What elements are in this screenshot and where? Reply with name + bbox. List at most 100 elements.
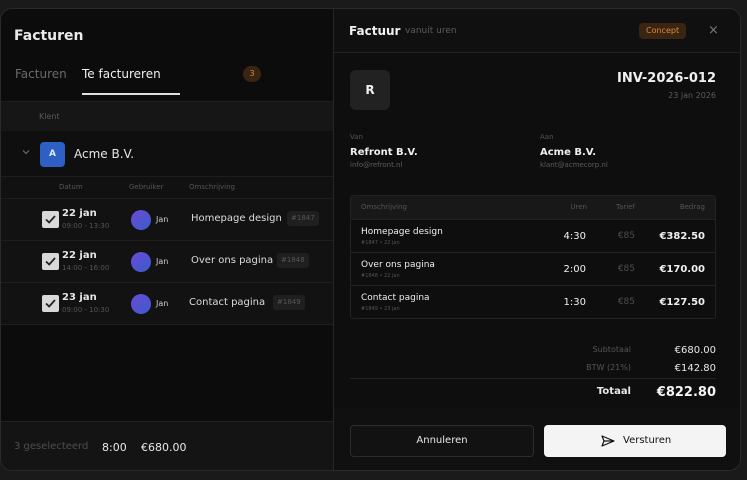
line-meta: #1848 • 22 jan (361, 273, 400, 279)
count-badge: 3 (243, 66, 261, 82)
line-meta: #1847 • 22 jan (361, 240, 400, 246)
tab-bar: Facturen Te factureren 3 (1, 66, 333, 101)
chevron-down-icon[interactable] (21, 147, 31, 157)
time-entry-row[interactable]: 22 jan 14:00 - 16:00 Jan Over ons pagina… (1, 241, 333, 283)
entry-tag: #1849 (273, 295, 305, 310)
invoice-list-panel: Facturen Facturen Te factureren 3 Klent … (1, 9, 333, 470)
entry-description: Over ons pagina (191, 255, 274, 266)
entry-time: 09:00 - 13:30 (62, 222, 110, 230)
send-button[interactable]: Versturen (544, 425, 726, 457)
active-tab-indicator (82, 93, 180, 95)
time-entry-row[interactable]: 23 jan 09:00 - 10:30 Jan Contact pagina … (1, 283, 333, 325)
sender-block: Van Refront B.V. info@refront.nl (350, 133, 418, 169)
th-description: Omschrijving (361, 203, 407, 211)
check-icon (45, 299, 56, 308)
check-icon (45, 215, 56, 224)
close-icon[interactable]: × (708, 23, 719, 38)
time-entry-row[interactable]: 22 jan 09:00 - 13:30 Jan Homepage design… (1, 199, 333, 241)
sender-name: Refront B.V. (350, 147, 418, 158)
tab-te-factureren[interactable]: Te factureren 3 (82, 66, 261, 82)
line-meta: #1849 • 23 jan (361, 306, 400, 312)
user-avatar (131, 252, 151, 272)
recipient-label: Aan (540, 133, 554, 141)
header-date: Datum (59, 183, 83, 191)
line-description: Over ons pagina (361, 260, 435, 270)
tab-label: Te factureren (82, 67, 161, 81)
header-user: Gebruiker (129, 183, 164, 191)
entry-description: Homepage design (191, 213, 282, 224)
invoice-number: INV-2026-012 (617, 71, 716, 86)
status-badge: Concept (639, 23, 687, 39)
line-amount: €382.50 (659, 231, 705, 242)
th-amount: Bedrag (679, 203, 705, 211)
send-label: Versturen (623, 435, 672, 446)
selected-hours: 8:00 (102, 441, 127, 454)
entry-checkbox[interactable] (42, 295, 59, 312)
table-row: Over ons pagina #1848 • 22 jan 2:00 €85 … (351, 252, 715, 285)
sender-label: Van (350, 133, 363, 141)
selection-summary: 3 geselecteerd 8:00 €680.00 (1, 421, 333, 470)
line-hours: 4:30 (563, 231, 586, 242)
line-amount: €127.50 (659, 297, 705, 308)
invoice-preview-panel: Factuur vanuit uren Concept × R INV-2026… (333, 9, 740, 470)
entry-date: 23 jan (62, 292, 97, 303)
entry-time: 09:00 - 10:30 (62, 306, 110, 314)
line-rate: €85 (617, 264, 635, 274)
invoice-dialog: Facturen Facturen Te factureren 3 Klent … (0, 8, 741, 471)
table-header: Omschrijving Uren Tarief Bedrag (351, 196, 715, 219)
entry-date: 22 jan (62, 208, 97, 219)
entry-checkbox[interactable] (42, 253, 59, 270)
line-description: Homepage design (361, 227, 443, 237)
user-name: Jan (156, 299, 169, 308)
table-row: Homepage design #1847 • 22 jan 4:30 €85 … (351, 219, 715, 252)
column-header-client: Klent (39, 112, 60, 121)
client-name: Acme B.V. (74, 147, 135, 161)
entry-description: Contact pagina (189, 297, 266, 308)
line-amount: €170.00 (659, 264, 705, 275)
selected-count: 3 geselecteerd (14, 441, 89, 452)
cancel-button[interactable]: Annuleren (350, 425, 534, 457)
subtotal-label: Subtotaal (592, 345, 631, 354)
subtotal-value: €680.00 (674, 345, 716, 356)
preview-subtitle: vanuit uren (405, 26, 457, 36)
recipient-email: klant@acmecorp.nl (540, 161, 608, 169)
vat-value: €142.80 (674, 363, 716, 374)
entry-tag: #1847 (287, 211, 319, 226)
entries-header: Datum Gebruiker Omschrijving (1, 177, 333, 199)
selected-amount: €680.00 (141, 441, 187, 454)
invoice-document: R INV-2026-012 23 jan 2026 Van Refront B… (334, 53, 740, 408)
entry-checkbox[interactable] (42, 211, 59, 228)
client-avatar: A (40, 142, 65, 167)
entry-date: 22 jan (62, 250, 97, 261)
check-icon (45, 257, 56, 266)
line-hours: 2:00 (563, 264, 586, 275)
panel-title: Facturen (14, 28, 84, 44)
th-rate: Tarief (615, 203, 635, 211)
tab-facturen[interactable]: Facturen (15, 67, 67, 81)
entry-time: 14:00 - 16:00 (62, 264, 110, 272)
invoice-lines-table: Omschrijving Uren Tarief Bedrag Homepage… (350, 195, 716, 319)
company-logo: R (350, 70, 390, 110)
line-description: Contact pagina (361, 293, 430, 303)
preview-title: Factuur (349, 24, 401, 38)
totals-divider (350, 378, 716, 379)
recipient-block: Aan Acme B.V. klant@acmecorp.nl (540, 133, 608, 169)
preview-header: Factuur vanuit uren Concept × (334, 9, 740, 53)
entry-tag: #1848 (277, 253, 309, 268)
column-header: Klent (1, 101, 333, 131)
user-name: Jan (156, 257, 169, 266)
vat-label: BTW (21%) (586, 363, 631, 372)
sender-email: info@refront.nl (350, 161, 403, 169)
invoice-date: 23 jan 2026 (668, 91, 716, 100)
total-value: €822.80 (656, 385, 716, 400)
user-avatar (131, 210, 151, 230)
total-label: Totaal (596, 386, 631, 397)
send-icon (601, 435, 615, 447)
line-rate: €85 (617, 231, 635, 241)
header-description: Omschrijving (189, 183, 235, 191)
line-hours: 1:30 (563, 297, 586, 308)
client-group-row[interactable]: A Acme B.V. (1, 131, 333, 177)
user-avatar (131, 294, 151, 314)
table-row: Contact pagina #1849 • 23 jan 1:30 €85 €… (351, 285, 715, 318)
line-rate: €85 (617, 297, 635, 307)
